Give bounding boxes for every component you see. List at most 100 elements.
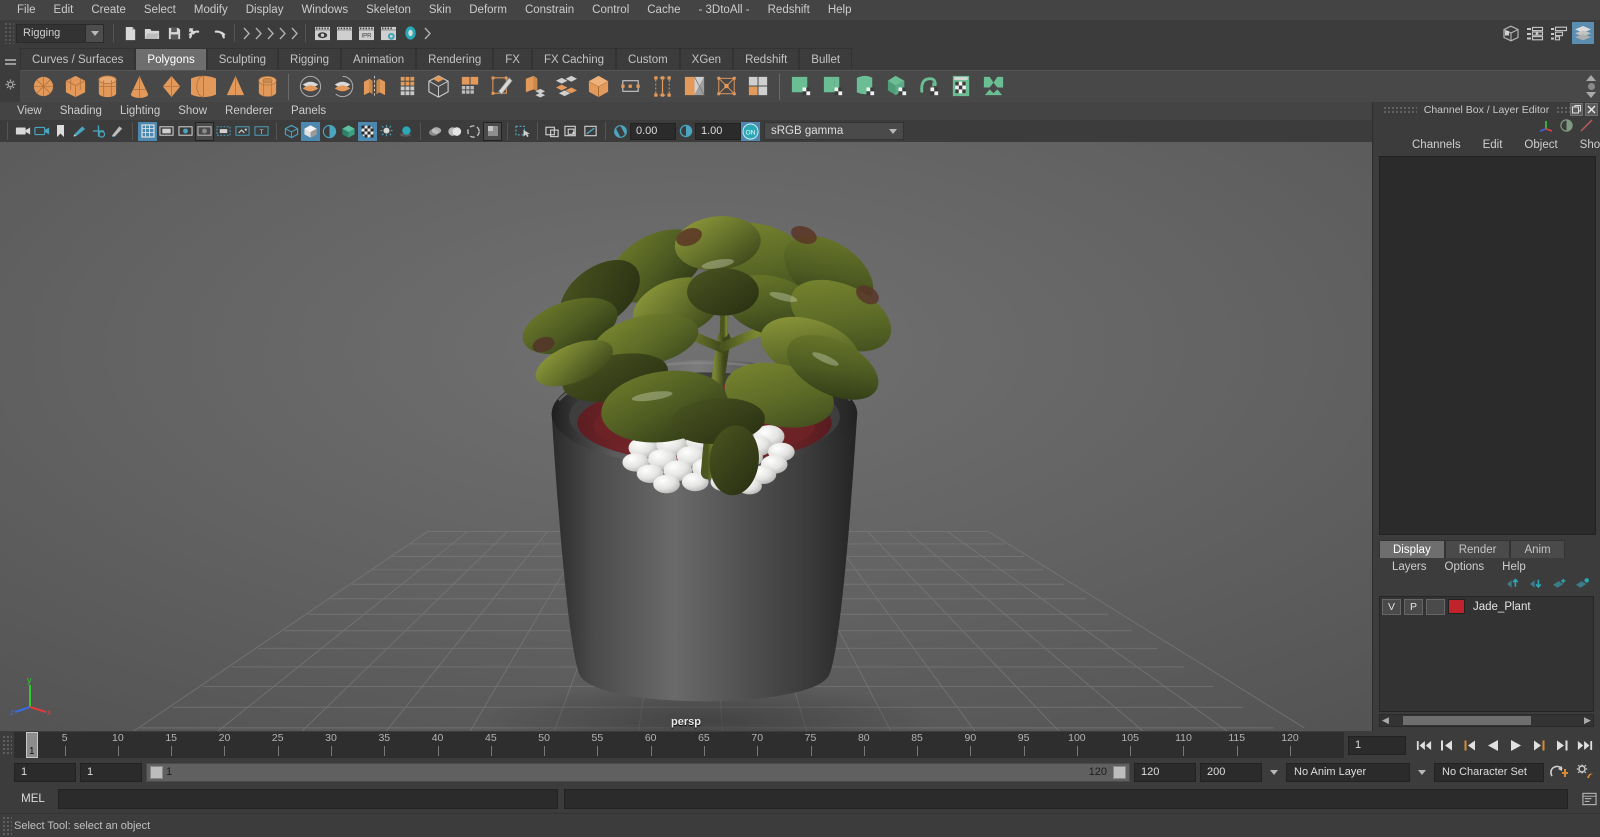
hypershade-icon[interactable] <box>399 22 421 44</box>
help-menu[interactable]: Help <box>1493 561 1535 573</box>
menu-redshift[interactable]: Redshift <box>759 0 819 20</box>
layer-name[interactable]: Jade_Plant <box>1468 601 1531 613</box>
channelbox-menu-edit[interactable]: Edit <box>1472 139 1514 151</box>
animation-start-time-field[interactable]: 1 <box>14 762 76 782</box>
status-line-drag-handle[interactable] <box>4 22 14 44</box>
range-start-handle[interactable] <box>150 765 163 779</box>
menu-create[interactable]: Create <box>82 0 135 20</box>
save-scene-icon[interactable] <box>163 22 185 44</box>
gate-mask-icon[interactable] <box>195 121 214 141</box>
wireframe-icon[interactable] <box>282 122 301 141</box>
viewport-menu-shading[interactable]: Shading <box>51 102 111 120</box>
scrollbar-thumb[interactable] <box>1403 716 1531 725</box>
menu-windows[interactable]: Windows <box>292 0 357 20</box>
field-chart-icon[interactable] <box>214 122 233 141</box>
viewport-3d[interactable]: y x z persp <box>0 142 1372 731</box>
anim-icon[interactable] <box>1579 118 1594 136</box>
ambient-occlusion-icon[interactable] <box>396 122 415 141</box>
layer-state-toggle[interactable] <box>1426 598 1445 615</box>
command-language-label[interactable]: MEL <box>14 793 52 805</box>
menu-constrain[interactable]: Constrain <box>516 0 583 20</box>
mirror-icon[interactable] <box>359 72 389 102</box>
undock-icon[interactable] <box>1570 103 1583 116</box>
channelbox-menu-show[interactable]: Show <box>1569 139 1600 151</box>
animation-end-time-field[interactable]: 200 <box>1200 762 1262 782</box>
tab-anim[interactable]: Anim <box>1510 540 1565 558</box>
redo-icon[interactable] <box>207 22 229 44</box>
time-slider-drag-handle[interactable] <box>2 735 12 755</box>
shaded-wireframe-icon[interactable] <box>320 122 339 141</box>
poly-cube-icon[interactable] <box>60 72 90 102</box>
shelf-options-gear-icon[interactable] <box>5 79 16 90</box>
color-management-toggle-icon[interactable]: ON <box>741 121 760 141</box>
layer-color-swatch[interactable] <box>1448 599 1465 614</box>
shelf-tab-rendering[interactable]: Rendering <box>416 48 494 70</box>
poly-pyramid-icon[interactable] <box>220 72 250 102</box>
motion-blur-icon[interactable] <box>426 122 445 141</box>
render-settings-icon[interactable] <box>377 22 399 44</box>
scroll-thumb[interactable] <box>1587 83 1595 90</box>
anim-layer-selector[interactable]: No Anim Layer <box>1286 762 1410 782</box>
two-d-pan-zoom-icon[interactable] <box>89 122 108 141</box>
time-slider-track[interactable]: 1 5 10 15 20 25 30 35 40 45 50 55 60 65 70 75 80 85 90 95 1… <box>14 732 1344 758</box>
xray-icon[interactable] <box>513 122 532 141</box>
playback-start-time-field[interactable]: 1 <box>80 762 142 782</box>
combine-icon[interactable] <box>295 72 325 102</box>
viewport-menu-lighting[interactable]: Lighting <box>111 102 169 120</box>
bookmark-icon[interactable] <box>51 122 70 141</box>
ipr-render-icon[interactable]: IPR <box>355 22 377 44</box>
axis-icon[interactable] <box>1539 118 1554 136</box>
poke-face-icon[interactable] <box>711 72 741 102</box>
shelf-tab-fx-caching[interactable]: FX Caching <box>531 48 617 70</box>
channel-box-content[interactable] <box>1379 156 1596 535</box>
uv-planar-icon[interactable] <box>818 72 848 102</box>
xray-joints-icon[interactable] <box>543 122 562 141</box>
display-layer-list[interactable]: V P Jade_Plant <box>1379 596 1594 712</box>
character-set-chevron-down-icon[interactable] <box>1414 763 1430 782</box>
menu-cache[interactable]: Cache <box>638 0 689 20</box>
camera-attributes-icon[interactable] <box>32 122 51 141</box>
uv-unfold-icon[interactable] <box>914 72 944 102</box>
viewport-transparency-icon[interactable] <box>581 122 600 141</box>
gamma-icon[interactable] <box>676 122 695 141</box>
color-profile-selector[interactable]: sRGB gamma <box>764 122 904 140</box>
animation-preferences-icon[interactable] <box>1574 762 1596 782</box>
new-layer-icon[interactable] <box>1552 577 1567 593</box>
step-forward-frame-icon[interactable] <box>1528 735 1550 755</box>
move-layer-down-icon[interactable] <box>1529 577 1544 593</box>
undo-icon[interactable] <box>185 22 207 44</box>
shelf-tab-sculpting[interactable]: Sculpting <box>206 48 279 70</box>
go-to-end-icon[interactable] <box>1574 735 1596 755</box>
open-scene-icon[interactable] <box>141 22 163 44</box>
menu-deform[interactable]: Deform <box>460 0 516 20</box>
shelf-scroll-arrows[interactable] <box>1584 71 1598 102</box>
offset-edge-loop-icon[interactable] <box>679 72 709 102</box>
poly-plane-icon[interactable] <box>188 72 218 102</box>
auto-keyframe-icon[interactable] <box>1548 762 1570 782</box>
grease-pencil-icon[interactable] <box>108 122 127 141</box>
tab-render[interactable]: Render <box>1444 540 1511 558</box>
poly-torus-icon[interactable] <box>156 72 186 102</box>
uv-automatic-icon[interactable] <box>882 72 912 102</box>
selection-mask-icon-4[interactable] <box>276 22 288 44</box>
channelbox-menu-object[interactable]: Object <box>1513 139 1568 151</box>
menu-edit[interactable]: Edit <box>45 0 83 20</box>
step-back-keyframe-icon[interactable] <box>1436 735 1458 755</box>
playback-end-time-field[interactable]: 120 <box>1134 762 1196 782</box>
step-forward-keyframe-icon[interactable] <box>1551 735 1573 755</box>
modeling-toolkit-icon[interactable] <box>1500 22 1522 44</box>
smooth-icon[interactable] <box>391 72 421 102</box>
viewport-menu-view[interactable]: View <box>8 102 51 120</box>
scroll-right-icon[interactable]: ▶ <box>1582 715 1593 726</box>
title-safe-icon[interactable]: T <box>252 122 271 141</box>
layer-playback-toggle[interactable]: P <box>1404 598 1423 615</box>
textured-icon[interactable] <box>339 122 358 141</box>
display-icon[interactable] <box>1559 118 1574 136</box>
append-polygon-icon[interactable] <box>615 72 645 102</box>
extrude-icon[interactable] <box>583 72 613 102</box>
shelf-tab-polygons[interactable]: Polygons <box>135 48 207 70</box>
tab-display[interactable]: Display <box>1379 540 1445 558</box>
render-view-icon[interactable] <box>311 22 333 44</box>
menu-modify[interactable]: Modify <box>185 0 237 20</box>
menu-file[interactable]: File <box>8 0 45 20</box>
